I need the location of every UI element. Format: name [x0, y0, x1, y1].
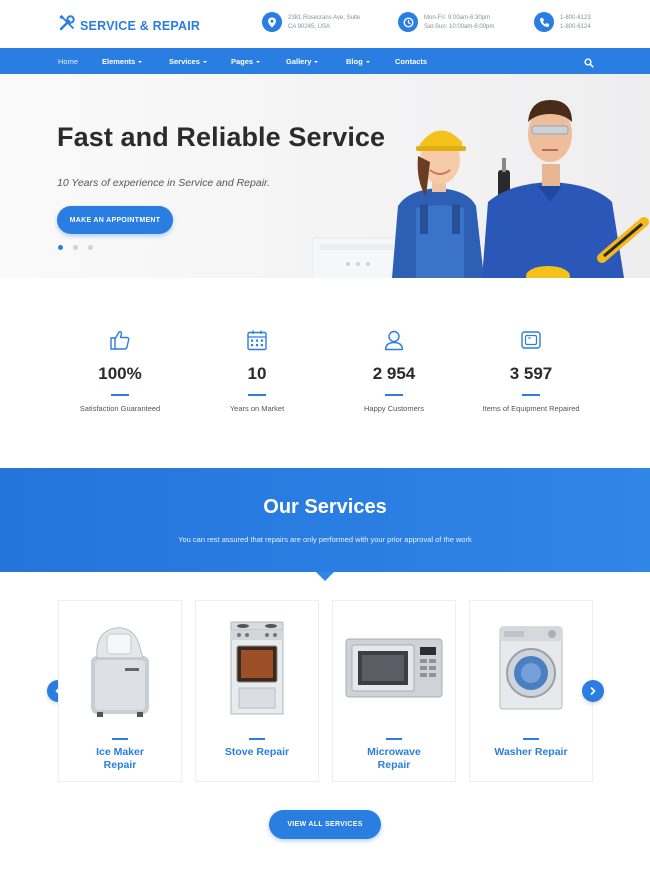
card-title-line: Stove Repair [224, 746, 290, 758]
nav-label: Elements [102, 56, 136, 66]
stat-label: Happy Customers [363, 404, 425, 413]
calendar-icon [187, 328, 327, 352]
services-header-band: Our Services You can rest assured that r… [0, 468, 650, 572]
hours-info: Mon-Fri: 9:00am-6:30pm Sat-Sun: 10:00am-… [398, 12, 494, 32]
card-divider [249, 738, 265, 740]
stat-label: Years on Market [229, 404, 285, 413]
band-pointer [316, 572, 334, 581]
hours-line-2: Sat-Sun: 10:00am-6:00pm [424, 24, 495, 30]
address-line-1: 2381 Rosecrans Ave, Suite [288, 15, 361, 21]
card-title-line: Microwave [367, 746, 421, 758]
nav-label: Home [58, 56, 79, 66]
nav-item-contacts[interactable]: Contacts [395, 48, 427, 74]
card-divider [386, 738, 402, 740]
slider-dot[interactable] [58, 245, 63, 250]
top-header: SERVICE & REPAIR 2381 Rosecrans Ave, Sui… [0, 0, 650, 48]
nav-label: Blog [346, 56, 363, 66]
view-all-services-button[interactable]: VIEW ALL SERVICES [269, 810, 381, 839]
card-title-line: Ice Maker [96, 746, 144, 758]
location-pin-icon [262, 12, 282, 32]
chevron-down-icon [365, 60, 370, 63]
site-logo[interactable]: SERVICE & REPAIR [58, 14, 200, 37]
service-card-title[interactable]: Stove Repair [200, 746, 314, 759]
stat-item: 10 Years on Market [187, 328, 327, 413]
technicians-image [312, 100, 649, 278]
stat-divider [111, 394, 129, 396]
phone-line-1[interactable]: 1-800-6123 [560, 14, 591, 23]
card-divider [523, 738, 539, 740]
service-card-title[interactable]: Washer Repair [474, 746, 588, 759]
stats-section: 100% Satisfaction Guaranteed 10 Years on… [0, 278, 650, 468]
service-card-washer[interactable]: Washer Repair [469, 600, 593, 782]
logo-text: SERVICE & REPAIR [80, 18, 201, 33]
hours-line-1: Mon-Fri: 9:00am-6:30pm [424, 15, 491, 21]
stove-icon [196, 615, 318, 721]
search-icon[interactable] [584, 55, 594, 73]
chevron-right-icon [590, 687, 596, 695]
nav-item-pages[interactable]: Pages [231, 48, 261, 74]
services-subtitle: You can rest assured that repairs are on… [178, 535, 472, 544]
phone-icon [534, 12, 554, 32]
nav-item-home[interactable]: Home [58, 48, 78, 74]
nav-item-services[interactable]: Services [169, 48, 207, 74]
microwave-icon [333, 615, 455, 721]
hero-slider: Fast and Reliable Service 10 Years of ex… [0, 74, 650, 278]
user-icon [324, 328, 464, 352]
card-title-line: Repair [377, 759, 411, 771]
main-navigation: Home Elements Services Pages Gallery Blo… [0, 48, 650, 74]
stat-label: Satisfaction Guaranteed [79, 404, 161, 413]
chevron-down-icon [138, 60, 143, 63]
nav-item-elements[interactable]: Elements [102, 48, 143, 74]
thumbs-up-icon [50, 328, 190, 352]
carousel-next-button[interactable] [582, 680, 604, 702]
service-card-title[interactable]: Ice Maker Repair [63, 746, 177, 772]
slider-dot[interactable] [88, 245, 93, 250]
card-divider [112, 738, 128, 740]
phone-line-2[interactable]: 1-800-6124 [560, 23, 591, 32]
nav-label: Services [169, 56, 200, 66]
chevron-down-icon [314, 60, 319, 63]
stat-value: 10 [247, 364, 267, 383]
stat-item: 2 954 Happy Customers [324, 328, 464, 413]
chevron-down-icon [256, 60, 261, 63]
nav-item-gallery[interactable]: Gallery [286, 48, 319, 74]
hero-subtitle: 10 Years of experience in Service and Re… [57, 177, 271, 189]
monitor-icon [461, 328, 601, 352]
nav-item-blog[interactable]: Blog [346, 48, 370, 74]
service-card-microwave[interactable]: Microwave Repair [332, 600, 456, 782]
stat-value: 3 597 [509, 364, 553, 383]
stat-divider [385, 394, 403, 396]
service-card-ice-maker[interactable]: Ice Maker Repair [58, 600, 182, 782]
wrench-screwdriver-icon [58, 14, 76, 37]
nav-label: Pages [231, 56, 254, 66]
washer-icon [470, 615, 592, 721]
stat-item: 100% Satisfaction Guaranteed [50, 328, 190, 413]
clock-icon [398, 12, 418, 32]
stat-value: 2 954 [372, 364, 416, 383]
service-card-stove[interactable]: Stove Repair [195, 600, 319, 782]
services-title: Our Services [263, 496, 387, 518]
slider-dots [58, 245, 93, 250]
service-card-title[interactable]: Microwave Repair [337, 746, 451, 772]
stat-value: 100% [98, 364, 142, 383]
phone-info: 1-800-6123 1-800-6124 [534, 12, 591, 32]
chevron-down-icon [202, 60, 207, 63]
ice-maker-icon [59, 615, 181, 721]
nav-label: Contacts [395, 56, 428, 66]
card-title-line: Repair [103, 759, 137, 771]
stat-divider [522, 394, 540, 396]
card-title-line: Washer Repair [494, 746, 568, 758]
make-appointment-button[interactable]: MAKE AN APPOINTMENT [57, 206, 173, 234]
slider-dot[interactable] [73, 245, 78, 250]
stat-label: Items of Equipment Repaired [482, 404, 580, 413]
address-info: 2381 Rosecrans Ave, Suite CA 90245, USA [262, 12, 360, 32]
address-line-2: CA 90245, USA [288, 24, 331, 30]
stat-item: 3 597 Items of Equipment Repaired [461, 328, 601, 413]
stat-divider [248, 394, 266, 396]
nav-label: Gallery [286, 56, 312, 66]
